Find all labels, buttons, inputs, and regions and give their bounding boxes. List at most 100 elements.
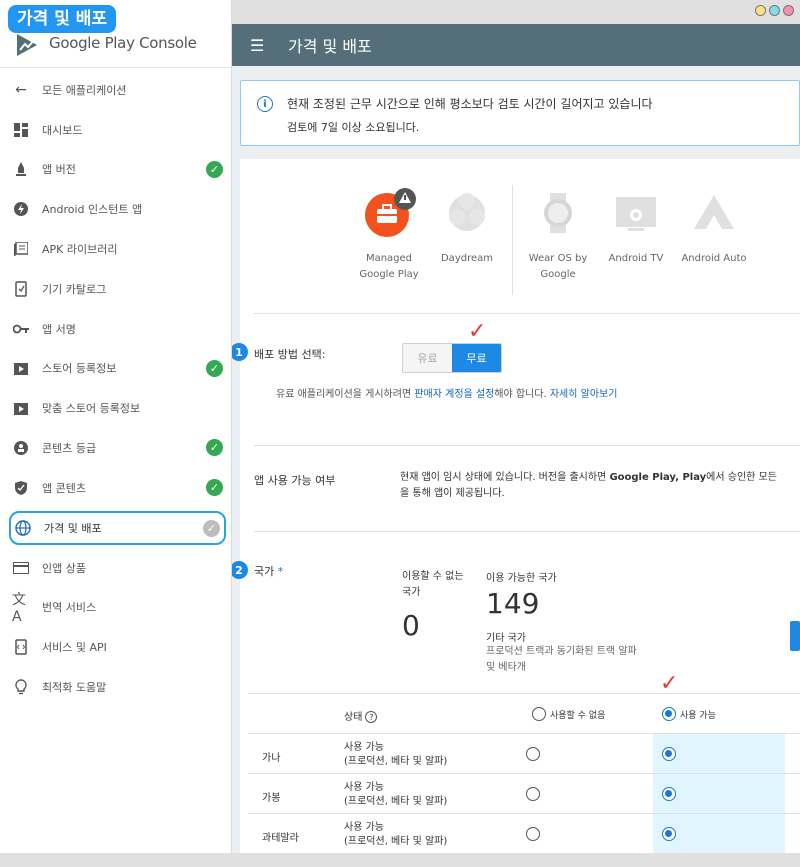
sidebar-item-content-rating[interactable]: 콘텐츠 등급 ✓ <box>0 428 231 468</box>
device-label-line1: Wear OS by <box>528 253 588 264</box>
tv-icon <box>616 197 656 231</box>
device-label-line1: Daydream <box>440 253 493 264</box>
sidebar-item-store-listing[interactable]: 스토어 등록정보 ✓ <box>0 349 231 389</box>
sidebar-item-label: 맞춤 스토어 등록정보 <box>42 402 141 416</box>
available-radio[interactable] <box>662 827 676 841</box>
sidebar-item-label: 가격 및 배포 <box>44 521 102 535</box>
device-label-line1: Android TV <box>608 253 664 264</box>
check-icon: ✓ <box>206 478 223 496</box>
sidebar: Google Play Console 가격 및 배포 ← 모든 애플리케이션 … <box>0 0 232 853</box>
available-all-radio[interactable] <box>662 707 676 721</box>
unavailable-label: 이용할 수 없는 국가 <box>402 571 464 598</box>
note-text: 해야 합니다. <box>494 389 550 400</box>
callout-title: 가격 및 배포 <box>8 5 117 33</box>
sidebar-item-label: 최적화 도움말 <box>42 681 107 695</box>
sidebar-item-label: 번역 서비스 <box>42 601 97 615</box>
sidebar-item-app-releases[interactable]: 앱 버전 ✓ <box>0 150 231 190</box>
daydream-icon <box>449 193 485 231</box>
unavailable-radio[interactable] <box>526 787 540 801</box>
step-badge-1: 1 <box>232 343 248 361</box>
status-header: 상태? <box>344 708 378 723</box>
api-icon <box>12 638 30 656</box>
device-label-line2: Google <box>540 269 576 280</box>
available-radio[interactable] <box>662 787 676 801</box>
free-button[interactable]: 무료 <box>452 344 501 372</box>
sidebar-item-label: 앱 콘텐츠 <box>42 481 86 495</box>
sidebar-item-apk-library[interactable]: APK 라이브러리 <box>0 229 231 269</box>
card-icon <box>12 559 30 577</box>
auto-icon <box>694 195 734 229</box>
sidebar-item-in-app-products[interactable]: 인앱 상품 <box>0 548 231 588</box>
pricing-label: 배포 방법 선택: <box>254 348 326 361</box>
sidebar-item-label: 서비스 및 API <box>42 641 107 655</box>
country-name: 가봉 <box>262 793 281 804</box>
device-daydream[interactable]: Daydream <box>428 185 506 295</box>
logo-text: Google Play Console <box>49 34 197 52</box>
country-name: 과테말라 <box>262 833 299 844</box>
key-icon <box>12 320 30 338</box>
logo-area: Google Play Console 가격 및 배포 <box>0 0 231 68</box>
device-wear-os[interactable]: Wear OS by Google <box>519 185 597 295</box>
banner-line-1: 현재 조정된 근무 시간으로 인해 평소보다 검토 시간이 길어지고 있습니다 <box>287 97 653 111</box>
device-android-auto[interactable]: Android Auto <box>675 185 753 295</box>
sidebar-item-label: Android 인스턴트 앱 <box>42 203 143 217</box>
minimize-icon[interactable] <box>755 5 766 16</box>
device-android-tv[interactable]: Android TV <box>597 185 675 295</box>
briefcase-icon <box>365 188 416 237</box>
sidebar-item-app-content[interactable]: 앱 콘텐츠 ✓ <box>0 468 231 508</box>
pricing-note: 유료 애플리케이션을 게시하려면 판매자 계정을 설정해야 합니다. 자세히 알… <box>276 385 617 400</box>
device-label-line1: Managed <box>365 253 413 264</box>
status-text: 사용 가능 (프로덕션, 베타 및 알파) <box>344 742 448 767</box>
hamburger-menu-icon[interactable]: ☰ <box>250 36 270 55</box>
step-badge-2: 2 <box>232 561 248 579</box>
sidebar-item-all-apps[interactable]: ← 모든 애플리케이션 <box>0 70 231 110</box>
sidebar-item-app-signing[interactable]: 앱 서명 <box>0 309 231 349</box>
dashboard-icon <box>12 121 30 139</box>
pricing-card: Managed Google Play Daydream Wear OS by … <box>232 159 800 853</box>
shield-icon <box>12 479 30 497</box>
rating-icon <box>12 439 30 457</box>
other-countries-label: 기타 국가 <box>486 633 526 644</box>
help-icon[interactable]: ? <box>365 711 378 723</box>
paid-button[interactable]: 유료 <box>403 344 452 372</box>
divider <box>254 531 800 532</box>
unavailable-all-radio[interactable] <box>532 707 546 721</box>
banner-line-2: 검토에 7일 이상 소요됩니다. <box>287 121 420 134</box>
sidebar-item-translation[interactable]: 文A 번역 서비스 <box>0 588 231 628</box>
sidebar-item-dashboard[interactable]: 대시보드 <box>0 110 231 150</box>
library-icon <box>12 240 30 258</box>
sidebar-item-instant-apps[interactable]: Android 인스턴트 앱 <box>0 189 231 229</box>
store-icon <box>12 399 30 417</box>
check-icon: ✓ <box>203 519 220 537</box>
check-icon: ✓ <box>206 160 223 178</box>
unavailable-header: 사용할 수 없음 <box>550 711 606 721</box>
lightbulb-icon <box>12 678 30 696</box>
merchant-account-link[interactable]: 판매자 계정을 설정 <box>414 389 494 400</box>
divider <box>512 185 513 295</box>
sidebar-item-custom-store-listing[interactable]: 맞춤 스토어 등록정보 <box>0 388 231 428</box>
unavailable-radio[interactable] <box>526 827 540 841</box>
window-controls <box>755 5 794 16</box>
sidebar-item-services-api[interactable]: 서비스 및 API <box>0 627 231 667</box>
device-programs: Managed Google Play Daydream Wear OS by … <box>350 185 753 295</box>
status-text: 사용 가능 (프로덕션, 베타 및 알파) <box>344 822 448 847</box>
available-radio[interactable] <box>662 747 676 761</box>
sidebar-item-label: 모든 애플리케이션 <box>42 83 127 97</box>
sidebar-item-pricing-distribution[interactable]: 가격 및 배포 ✓ <box>9 510 226 545</box>
arrow-left-icon: ← <box>15 81 27 98</box>
translate-icon: 文A <box>12 592 26 626</box>
learn-more-link[interactable]: 자세히 알아보기 <box>550 389 618 400</box>
sidebar-item-label: 앱 버전 <box>42 163 76 177</box>
unavailable-radio[interactable] <box>526 747 540 761</box>
sidebar-item-optimization-tips[interactable]: 최적화 도움말 <box>0 667 231 707</box>
red-check-icon: ✓ <box>468 319 487 344</box>
scroll-indicator[interactable] <box>790 621 800 651</box>
close-icon[interactable] <box>783 5 794 16</box>
info-icon: i <box>257 96 273 112</box>
availability-label: 앱 사용 가능 여부 <box>254 474 336 487</box>
sidebar-item-device-catalog[interactable]: 기기 카탈로그 <box>0 269 231 309</box>
available-count: 149 <box>486 587 540 620</box>
maximize-icon[interactable] <box>769 5 780 16</box>
device-managed-google-play[interactable]: Managed Google Play <box>350 185 428 295</box>
google-play-logo-icon <box>15 32 39 58</box>
